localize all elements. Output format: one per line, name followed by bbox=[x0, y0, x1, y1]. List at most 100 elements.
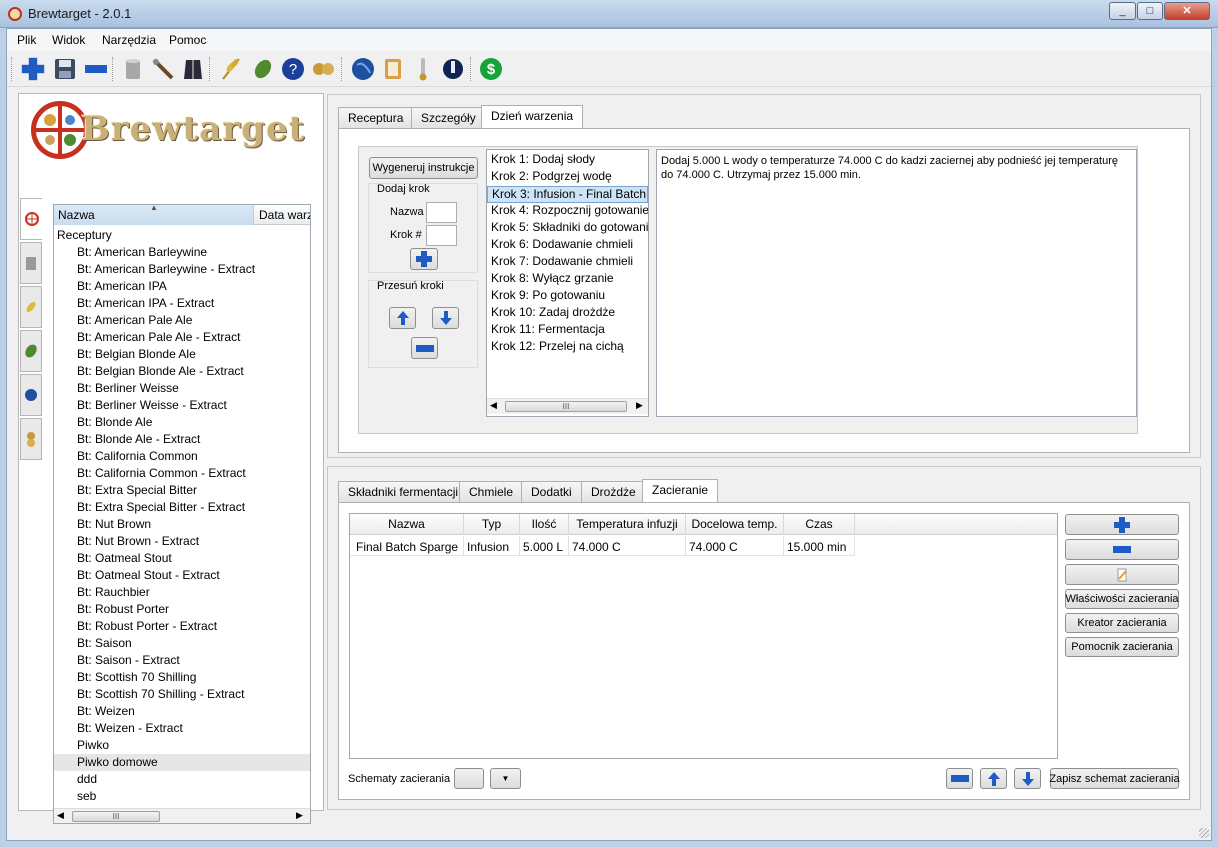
tree-recipe-item[interactable]: Piwko bbox=[54, 737, 310, 754]
table-cell[interactable]: 74.000 C bbox=[569, 536, 686, 556]
fermentables-icon[interactable] bbox=[218, 56, 244, 82]
column-date-header[interactable]: Data warz bbox=[255, 205, 310, 225]
move-mash-step-up-button[interactable] bbox=[980, 768, 1007, 789]
tab-receptura[interactable]: Receptura bbox=[338, 107, 414, 129]
mash-wizard-button[interactable]: Kreator zacierania bbox=[1065, 613, 1179, 633]
tree-recipe-item[interactable]: ddd bbox=[54, 771, 310, 788]
tree-recipe-item[interactable]: Bt: American Barleywine bbox=[54, 244, 310, 261]
minimize-button[interactable]: _ bbox=[1109, 2, 1136, 20]
tree-recipe-item[interactable]: Bt: Saison bbox=[54, 635, 310, 652]
help-icon[interactable]: ? bbox=[280, 56, 306, 82]
scrollbar-thumb[interactable]: III bbox=[505, 401, 627, 412]
brewday-step-item[interactable]: Krok 6: Dodawanie chmieli bbox=[487, 237, 648, 254]
table-row[interactable]: Final Batch Sparge Infusion 5.000 L 74.0… bbox=[350, 514, 1057, 558]
tree-recipe-item[interactable]: Piwko domowe bbox=[54, 754, 310, 771]
steps-horizontal-scrollbar[interactable]: ◀ III ▶ bbox=[487, 398, 648, 414]
tree-recipe-item[interactable]: Bt: California Common - Extract bbox=[54, 465, 310, 482]
tree-recipe-item[interactable]: Bt: Weizen bbox=[54, 703, 310, 720]
mash-properties-button[interactable]: Właściwości zacierania bbox=[1065, 589, 1179, 609]
remove-mash-scheme-button[interactable] bbox=[946, 768, 973, 789]
tree-recipe-item[interactable]: Bt: Oatmeal Stout - Extract bbox=[54, 567, 310, 584]
tab-mash[interactable]: Zacieranie bbox=[642, 479, 719, 503]
scroll-right-icon[interactable]: ▶ bbox=[636, 400, 643, 411]
tree-recipe-item[interactable]: Bt: Scottish 70 Shilling bbox=[54, 669, 310, 686]
mash-helper-button[interactable]: Pomocnik zacierania bbox=[1065, 637, 1179, 657]
tab-dzien-warzenia[interactable]: Dzień warzenia bbox=[481, 105, 584, 129]
tree-recipe-item[interactable]: Bt: Blonde Ale bbox=[54, 414, 310, 431]
add-mash-step-button[interactable] bbox=[1065, 514, 1179, 535]
tree-recipe-item[interactable]: Bt: Oatmeal Stout bbox=[54, 550, 310, 567]
mash-scheme-select[interactable] bbox=[454, 768, 484, 789]
save-icon[interactable] bbox=[52, 56, 78, 82]
tree-recipe-item[interactable]: Bt: Nut Brown bbox=[54, 516, 310, 533]
tree-recipe-item[interactable]: Bt: American Pale Ale - Extract bbox=[54, 329, 310, 346]
tab-misc[interactable]: Dodatki bbox=[521, 481, 582, 503]
brewday-step-item[interactable]: Krok 2: Podgrzej wodę bbox=[487, 169, 648, 186]
table-cell[interactable]: 15.000 min bbox=[784, 536, 855, 556]
move-step-down-button[interactable] bbox=[432, 307, 459, 329]
clean-icon[interactable] bbox=[120, 56, 146, 82]
step-name-input[interactable] bbox=[426, 202, 457, 223]
tree-recipe-item[interactable]: Bt: California Common bbox=[54, 448, 310, 465]
tree-recipe-item[interactable]: Bt: Belgian Blonde Ale bbox=[54, 346, 310, 363]
generate-instructions-button[interactable]: Wygeneruj instrukcje bbox=[369, 157, 478, 179]
dollar-icon[interactable]: $ bbox=[478, 56, 504, 82]
tree-recipe-item[interactable]: Bt: Robust Porter bbox=[54, 601, 310, 618]
remove-mash-step-button[interactable] bbox=[1065, 539, 1179, 560]
menu-widok[interactable]: Widok bbox=[52, 33, 85, 47]
tab-fermentables[interactable]: Składniki fermentacji bbox=[338, 481, 469, 503]
tab-yeast[interactable] bbox=[20, 418, 42, 460]
tab-misc[interactable] bbox=[20, 374, 42, 416]
tree-recipe-item[interactable]: Bt: Belgian Blonde Ale - Extract bbox=[54, 363, 310, 380]
tree-recipe-item[interactable]: Bt: Extra Special Bitter - Extract bbox=[54, 499, 310, 516]
brewday-step-item[interactable]: Krok 9: Po gotowaniu bbox=[487, 288, 648, 305]
scroll-left-icon[interactable]: ◀ bbox=[57, 810, 64, 821]
step-instructions-text[interactable]: Dodaj 5.000 L wody o temperaturze 74.000… bbox=[656, 149, 1137, 417]
refractometer-icon[interactable] bbox=[440, 56, 466, 82]
brewday-steps-list[interactable]: Krok 1: Dodaj słody Krok 2: Podgrzej wodę… bbox=[486, 149, 649, 417]
save-mash-scheme-button[interactable]: Zapisz schemat zacierania bbox=[1049, 768, 1180, 789]
menu-plik[interactable]: Plik bbox=[17, 33, 36, 47]
tree-recipe-item[interactable]: Bt: Extra Special Bitter bbox=[54, 482, 310, 499]
table-cell[interactable]: 5.000 L bbox=[520, 536, 569, 556]
maximize-button[interactable]: □ bbox=[1137, 2, 1163, 20]
equipment-icon[interactable] bbox=[180, 56, 206, 82]
brewday-step-item[interactable]: Krok 3: Infusion - Final Batch bbox=[487, 186, 648, 203]
scroll-left-icon[interactable]: ◀ bbox=[490, 400, 497, 411]
brewday-step-item[interactable]: Krok 10: Zadaj drożdże bbox=[487, 305, 648, 322]
tab-equipment[interactable] bbox=[20, 242, 42, 284]
tree-recipe-item[interactable]: Bt: Blonde Ale - Extract bbox=[54, 431, 310, 448]
yeast-icon[interactable] bbox=[311, 56, 337, 82]
tab-hops[interactable]: Chmiele bbox=[459, 481, 524, 503]
brewday-step-item[interactable]: Krok 8: Wyłącz grzanie bbox=[487, 271, 648, 288]
tab-szczegoly[interactable]: Szczegóły bbox=[411, 107, 486, 129]
close-button[interactable]: ✕ bbox=[1164, 2, 1210, 20]
tree-recipe-item[interactable]: Bt: Berliner Weisse - Extract bbox=[54, 397, 310, 414]
menu-narzedzia[interactable]: Narzędzia bbox=[102, 33, 156, 47]
table-cell[interactable]: 74.000 C bbox=[686, 536, 784, 556]
tree-recipe-item[interactable]: Bt: American Barleywine - Extract bbox=[54, 261, 310, 278]
tree-recipe-item[interactable]: seb bbox=[54, 788, 310, 805]
move-mash-step-down-button[interactable] bbox=[1014, 768, 1041, 789]
scrollbar-thumb[interactable]: III bbox=[72, 811, 160, 822]
add-step-button[interactable] bbox=[410, 248, 438, 270]
tab-yeast[interactable]: Drożdże bbox=[581, 481, 646, 503]
tree-recipe-item[interactable]: Bt: Robust Porter - Extract bbox=[54, 618, 310, 635]
tree-folder-item[interactable]: Receptury bbox=[54, 227, 310, 244]
remove-recipe-icon[interactable] bbox=[83, 56, 109, 82]
brewday-step-item[interactable]: Krok 4: Rozpocznij gotowanie bbox=[487, 203, 648, 220]
remove-step-button[interactable] bbox=[411, 337, 438, 359]
brewday-step-item[interactable]: Krok 7: Dodawanie chmieli bbox=[487, 254, 648, 271]
recipe-tree[interactable]: Nazwa ▲ Data warz Receptury Bt: American … bbox=[53, 204, 311, 824]
menu-pomoc[interactable]: Pomoc bbox=[169, 33, 206, 47]
hops-icon[interactable] bbox=[250, 56, 276, 82]
tab-fermentables[interactable] bbox=[20, 286, 42, 328]
table-cell[interactable]: Infusion bbox=[464, 536, 520, 556]
move-step-up-button[interactable] bbox=[389, 307, 416, 329]
tree-recipe-item[interactable]: Bt: Weizen - Extract bbox=[54, 720, 310, 737]
new-recipe-icon[interactable] bbox=[20, 56, 46, 82]
tree-recipe-item[interactable]: Bt: Scottish 70 Shilling - Extract bbox=[54, 686, 310, 703]
tab-recipes[interactable] bbox=[20, 198, 42, 240]
table-cell[interactable]: Final Batch Sparge bbox=[350, 536, 464, 556]
tree-recipe-item[interactable]: Bt: American IPA - Extract bbox=[54, 295, 310, 312]
